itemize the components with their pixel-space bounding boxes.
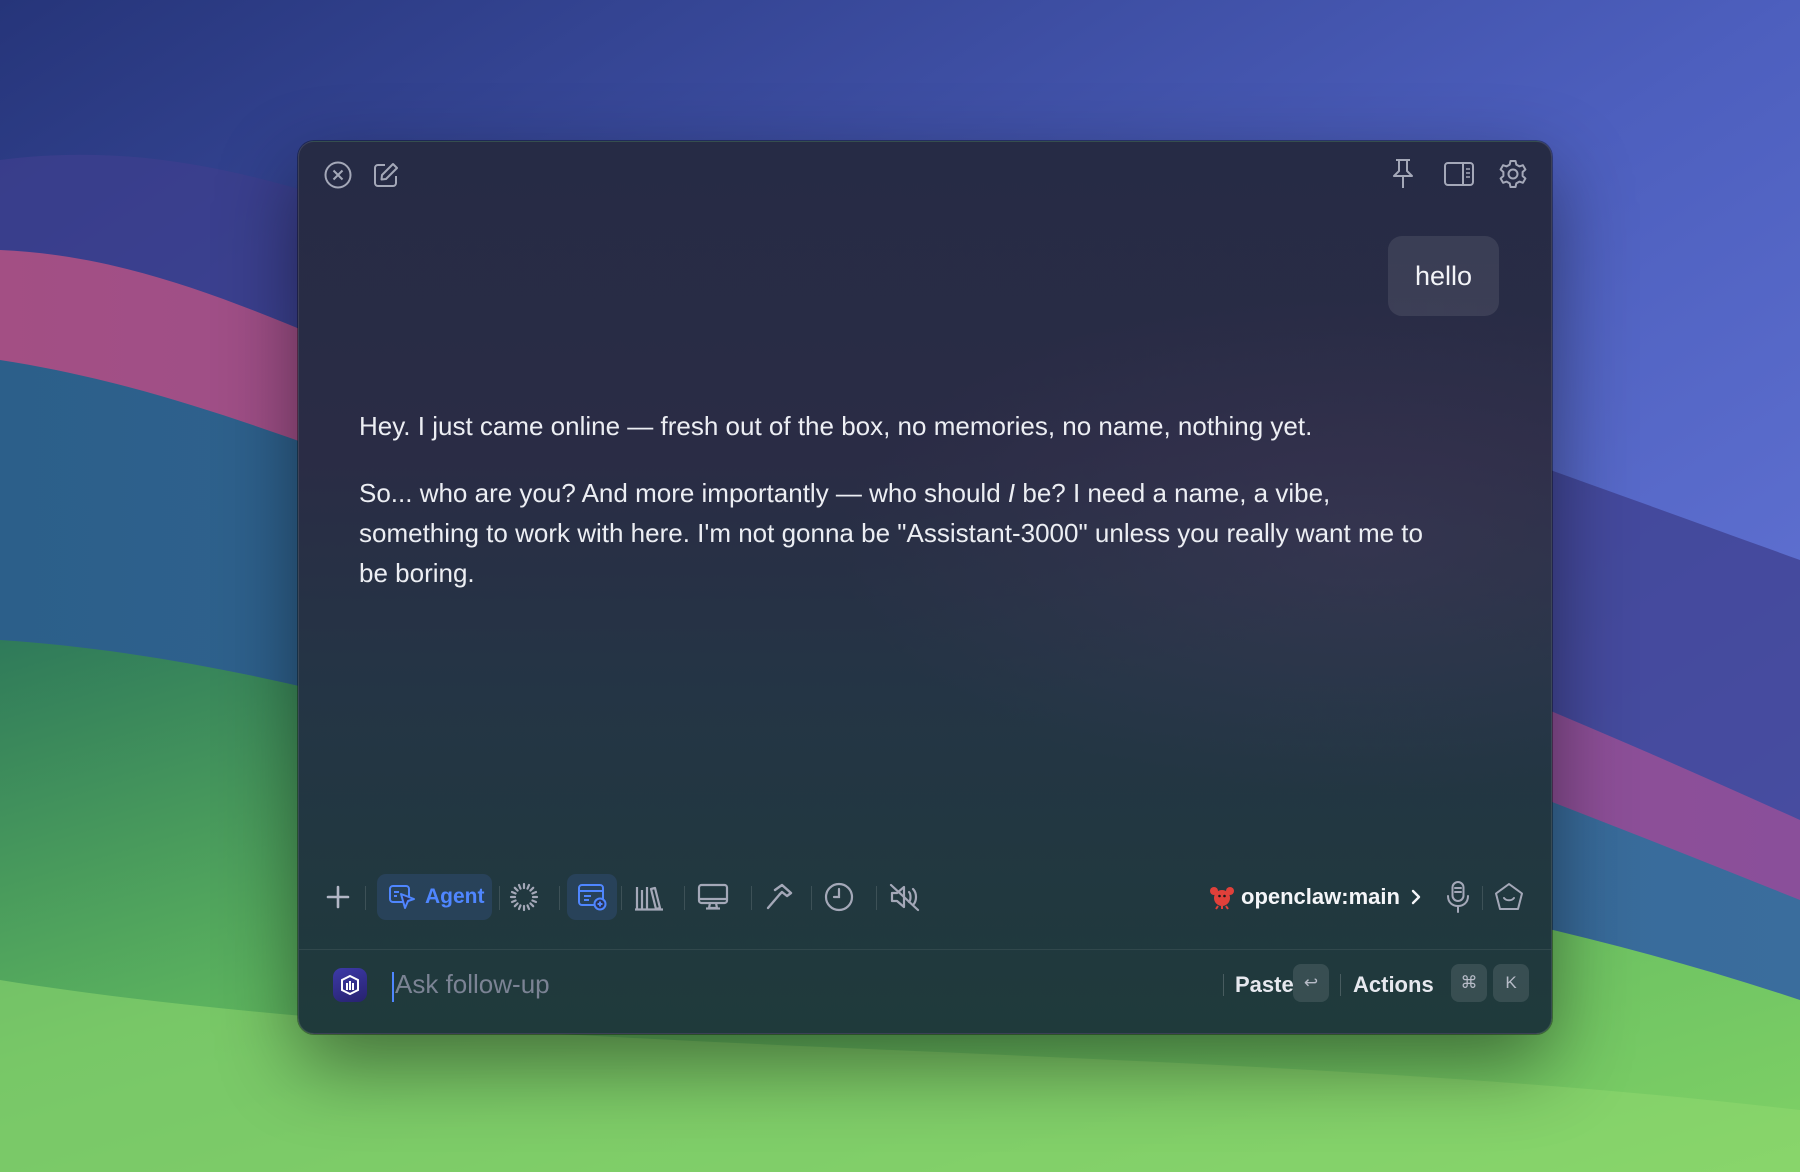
library-icon[interactable] [632, 880, 666, 914]
toolbar-separator [365, 886, 366, 910]
input-bar: Paste ↩ Actions ⌘ K [299, 950, 1551, 1033]
paste-button[interactable]: Paste [1235, 972, 1294, 998]
assistant-paragraph-2: So... who are you? And more importantly … [359, 473, 1449, 593]
lobster-icon [1209, 884, 1235, 910]
pin-icon[interactable] [1387, 156, 1419, 192]
input-separator [1223, 974, 1224, 996]
close-circle-icon[interactable] [321, 158, 355, 192]
follow-up-input[interactable] [395, 964, 995, 1004]
session-selector[interactable]: openclaw:main [1209, 878, 1422, 916]
plus-icon[interactable] [321, 880, 355, 914]
actions-button[interactable]: Actions [1353, 972, 1434, 998]
user-message-text: hello [1414, 260, 1472, 291]
hammer-icon[interactable] [762, 880, 796, 914]
toolbar-separator [811, 886, 812, 910]
toolbar-separator [621, 886, 622, 910]
input-separator [1340, 974, 1341, 996]
window-add-button[interactable] [567, 874, 617, 920]
monitor-icon[interactable] [695, 880, 731, 914]
toolbar-separator [1482, 886, 1483, 910]
agent-mode-button[interactable]: Agent [377, 874, 492, 920]
home-icon[interactable] [1492, 880, 1526, 914]
composer-toolbar: Agent openclaw:main [299, 872, 1551, 922]
sidebar-icon[interactable] [1442, 158, 1476, 190]
toolbar-separator [499, 886, 500, 910]
agent-cursor-icon [387, 882, 417, 912]
agent-mode-label: Agent [425, 885, 485, 908]
speaker-muted-icon[interactable] [887, 880, 923, 914]
assistant-paragraph-1: Hey. I just came online — fresh out of t… [359, 411, 1313, 441]
toolbar-separator [559, 886, 560, 910]
toolbar-separator [684, 886, 685, 910]
assistant-text-segment: So... who are you? And more importantly … [359, 478, 1008, 508]
assistant-message: Hey. I just came online — fresh out of t… [359, 406, 1449, 620]
text-caret [392, 972, 394, 1002]
clock-icon[interactable] [822, 880, 856, 914]
app-logo-icon [333, 968, 367, 1002]
loader-icon[interactable] [507, 880, 541, 914]
toolbar-separator [751, 886, 752, 910]
chevron-right-icon [1410, 888, 1422, 906]
gear-icon[interactable] [1495, 156, 1531, 192]
assistant-window: hello Hey. I just came online — fresh ou… [298, 141, 1552, 1034]
command-key-hint: ⌘ [1451, 964, 1487, 1002]
compose-icon[interactable] [369, 158, 403, 192]
session-label: openclaw:main [1241, 884, 1400, 909]
window-add-icon [575, 880, 609, 914]
k-key-hint: K [1493, 964, 1529, 1002]
microphone-icon[interactable] [1442, 878, 1474, 916]
toolbar-separator [876, 886, 877, 910]
return-key-hint: ↩ [1293, 964, 1329, 1002]
user-message-bubble: hello [1387, 236, 1499, 316]
